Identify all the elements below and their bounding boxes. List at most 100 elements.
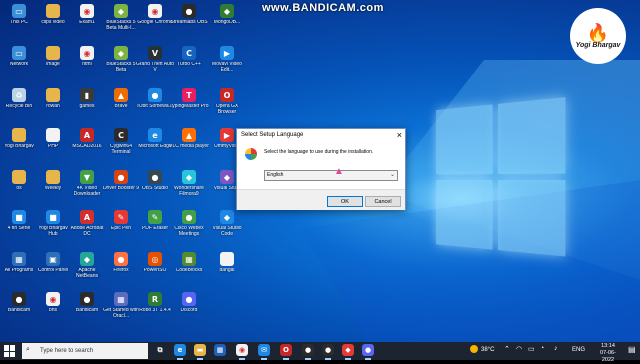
desktop-icon[interactable]: ● Bandicam [70, 292, 104, 314]
desktop-icon[interactable]: e Microsoft Edge [138, 128, 172, 150]
search-box[interactable]: ⌕ Type here to search [22, 343, 148, 359]
desktop-icon[interactable]: ▲ VLC media player [169, 128, 209, 150]
taskbar-mail-icon[interactable]: ✉ [258, 344, 270, 356]
desktop-icon[interactable]: ▼ 4K Video Downloader [70, 170, 104, 197]
close-button[interactable]: × [397, 130, 402, 141]
desktop-icon[interactable]: C Turbo C++ [172, 46, 206, 68]
desktop-icon[interactable]: ● IObit Somewa... [137, 88, 173, 110]
dialog-titlebar[interactable]: Select Setup Language × [237, 129, 405, 143]
battery-icon[interactable]: ▭ [528, 345, 535, 353]
desktop-icon-label: CodeBlocks [175, 268, 203, 273]
desktop-icon[interactable]: ◉ Exam1 [70, 4, 104, 26]
desktop-icon[interactable]: V Grand Theft Auto V [136, 46, 174, 73]
language-select[interactable]: English ⌄ [264, 170, 398, 181]
taskbar-running-indicator [365, 358, 371, 360]
app-icon: ◆ [220, 4, 234, 18]
taskbar-app2-icon[interactable]: ● [362, 344, 374, 356]
desktop-icon[interactable]: ◆ BlueStacks 5 Beta Multi-I... [104, 4, 138, 31]
desktop-icon[interactable]: C Cygwin64 Terminal [104, 128, 138, 155]
desktop-icon[interactable]: A Adobe Acrobat DC [70, 210, 104, 237]
dialog-prompt: Select the language to use during the in… [264, 149, 374, 155]
taskbar-app-icon[interactable]: ● [302, 344, 314, 356]
desktop: ▭ This PC ▭ Network ♻ Recycle Bin Yogi Bhargav… [0, 0, 640, 342]
desktop-icon[interactable]: ■ 4 tin Serie [2, 210, 36, 232]
desktop-icon[interactable]: ◉ Google Chrome [137, 4, 173, 26]
desktop-icon[interactable]: ■ Yogi Bhargav Hub [36, 210, 70, 237]
taskbar-bandicam-icon[interactable]: ● [322, 344, 334, 356]
volume-icon[interactable]: ♪ [554, 345, 558, 352]
taskbar-running-indicator [325, 358, 331, 360]
desktop-icon[interactable]: rowan [36, 88, 70, 110]
desktop-icon[interactable]: ▮ games [70, 88, 104, 110]
start-button[interactable] [4, 345, 16, 357]
edge-icon: e [148, 128, 162, 142]
desktop-icon[interactable]: Yogi Bhargav [2, 128, 36, 150]
desktop-icon[interactable]: ▣ Control Panel [36, 252, 70, 274]
desktop-icon[interactable]: ◆ Apache NetBeans [70, 252, 104, 279]
desktop-icon[interactable]: ♻ Recycle Bin [2, 88, 36, 110]
desktop-icon[interactable]: ▦ All Programs [2, 252, 36, 274]
ok-button[interactable]: OK [327, 196, 363, 207]
search-placeholder: Type here to search [40, 348, 94, 354]
app-icon: ● [182, 210, 196, 224]
clock[interactable]: 13:14 07-06-2022 [594, 343, 622, 364]
chevron-down-icon[interactable]: ⌄ [390, 171, 395, 178]
desktop-icon[interactable]: ● Bandicam [2, 292, 36, 314]
opera-icon: O [220, 88, 234, 102]
desktop-icon[interactable]: ◉ html [70, 46, 104, 68]
chevron-up-icon[interactable]: ⌃ [504, 345, 510, 353]
desktop-icon[interactable]: ▭ This PC [2, 4, 36, 26]
desktop-icon[interactable]: R Robo 3T 1.4.4 [138, 292, 172, 314]
desktop-icon[interactable]: ◎ PowerISO [138, 252, 172, 274]
clock-time: 13:14 [601, 343, 615, 349]
desktop-icon[interactable]: os [2, 170, 36, 192]
taskbar-edge-icon[interactable]: e [174, 344, 186, 356]
app-icon: ▶ [220, 128, 234, 142]
desktop-icon[interactable]: ◆ BlueStacks 5 Beta [104, 46, 138, 73]
dialog-title: Select Setup Language [241, 132, 304, 138]
taskbar-task-view-icon[interactable]: ⧉ [154, 344, 166, 356]
wifi-icon[interactable]: ◔ [540, 345, 544, 352]
desktop-icon[interactable]: ◉ bns [36, 292, 70, 314]
desktop-icon[interactable]: ▦ CodeBlocks [172, 252, 206, 274]
desktop-icon[interactable]: ● Cisco Webex Meetings [172, 210, 206, 237]
desktop-icon[interactable]: O Opera GX Browser [210, 88, 244, 115]
desktop-icon[interactable]: A MSCAD2016 [70, 128, 104, 150]
desktop-icon[interactable]: ✎ Epic Pen [104, 210, 138, 232]
taskbar: ⌕ Type here to search ⧉ e ▬ ▦ ◉ ✉ O ● ● ◆ ● 38°C ⌃… [0, 342, 640, 363]
notification-icon[interactable]: ▤ [628, 345, 636, 354]
desktop-icon[interactable]: T TypingMaster Pro [169, 88, 209, 110]
weather-icon[interactable] [470, 345, 478, 353]
taskbar-store-icon[interactable]: ▦ [214, 344, 226, 356]
taskbar-file-explorer-icon[interactable]: ▬ [194, 344, 206, 356]
desktop-icon[interactable]: dangal [210, 252, 244, 274]
desktop-icon[interactable]: ▭ Network [2, 46, 36, 68]
folder-icon [46, 46, 60, 60]
app-icon: V [148, 46, 162, 60]
desktop-icon[interactable]: ● Firefox [104, 252, 138, 274]
desktop-icon[interactable]: Weekly [36, 170, 70, 192]
cancel-button[interactable]: Cancel [365, 196, 401, 207]
weather-temperature[interactable]: 38°C [481, 347, 494, 353]
desktop-icon[interactable]: image [36, 46, 70, 68]
desktop-icon[interactable]: ▲ Brave [104, 88, 138, 110]
language-indicator[interactable]: ENG [572, 347, 585, 353]
network-icon[interactable]: ◠ [516, 345, 522, 353]
desktop-icon[interactable]: ● Discord [172, 292, 206, 314]
taskbar-chrome-icon[interactable]: ◉ [236, 344, 248, 356]
desktop-icon[interactable]: ● Driver Booster 9 [103, 170, 139, 192]
taskbar-opera-icon[interactable]: O [280, 344, 292, 356]
taskbar-setup-icon[interactable]: ◆ [342, 344, 354, 356]
desktop-icon[interactable]: ◆ Visual Studio Code [210, 210, 244, 237]
taskbar-running-indicator [283, 358, 289, 360]
desktop-icon[interactable]: ▶ Movavi Video Edit... [210, 46, 244, 73]
folder-icon [12, 170, 26, 184]
desktop-icon[interactable]: PHP [36, 128, 70, 150]
desktop-icon[interactable]: ▦ Get Started with Oracl... [103, 292, 139, 319]
desktop-icon[interactable]: ◆ Wondershare Filmora9 [172, 170, 206, 197]
desktop-icon[interactable]: ● OBS Studio [138, 170, 172, 192]
desktop-icon[interactable]: clips video [36, 4, 70, 26]
desktop-icon[interactable]: ◆ MongoDB... [210, 4, 244, 26]
desktop-icon[interactable]: ● Streamlabs OBS [170, 4, 208, 26]
desktop-icon[interactable]: ✎ PDF Eraser [138, 210, 172, 232]
